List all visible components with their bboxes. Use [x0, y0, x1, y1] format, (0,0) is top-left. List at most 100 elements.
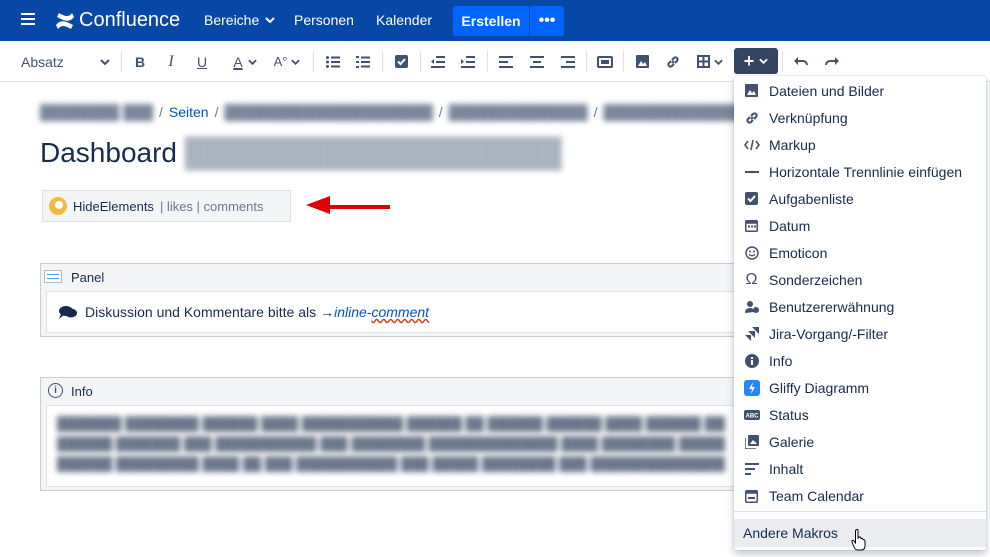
- menu-item-horizontale-trennlinie[interactable]: Horizontale Trennlinie einfügen: [734, 158, 986, 185]
- breadcrumb-separator: /: [593, 104, 598, 120]
- status-icon: ABC: [734, 409, 769, 420]
- menu-item-emoticon[interactable]: Emoticon: [734, 239, 986, 266]
- toolbar-divider: [487, 51, 488, 72]
- confluence-logo[interactable]: Confluence: [55, 9, 180, 32]
- nav-kalender[interactable]: Kalender: [376, 12, 432, 28]
- red-arrow-icon: [306, 196, 390, 214]
- breadcrumb: ████████ ███ / Seiten / ████████████████…: [40, 104, 752, 120]
- menu-item-label: Info: [769, 352, 793, 369]
- align-right-icon[interactable]: [558, 41, 578, 82]
- text-color-icon: A: [233, 53, 243, 70]
- breadcrumb-separator: /: [438, 104, 443, 120]
- bold-icon[interactable]: B: [130, 41, 150, 82]
- panel-body[interactable]: Diskussion und Kommentare bitte als → in…: [46, 291, 736, 333]
- menu-item-gliffy[interactable]: Gliffy Diagramm: [734, 374, 986, 401]
- info-blurred-line: ██████ █████████ ████ ██ ███ ███████████…: [57, 456, 725, 471]
- menu-item-label: Markup: [769, 136, 816, 153]
- text-color-button[interactable]: A: [228, 41, 262, 82]
- menu-item-label: Sonderzeichen: [769, 271, 863, 288]
- info-macro[interactable]: i Info ███████ ████████ ██████ ████ ████…: [40, 377, 740, 491]
- inline-comment-link[interactable]: inline-comment: [334, 304, 429, 320]
- breadcrumb-blurred: ███████████████: [603, 104, 753, 120]
- menu-item-verknuepfung[interactable]: Verknüpfung: [734, 104, 986, 131]
- link-icon[interactable]: [663, 41, 683, 82]
- link-icon: [734, 111, 769, 125]
- hand-cursor-icon: [851, 529, 866, 551]
- menu-item-markup[interactable]: Markup: [734, 131, 986, 158]
- confluence-logo-icon: [56, 12, 74, 29]
- menu-item-status[interactable]: ABC Status: [734, 401, 986, 428]
- menu-item-dateien-und-bilder[interactable]: Dateien und Bilder: [734, 77, 986, 104]
- outdent-icon[interactable]: [428, 41, 448, 82]
- top-navigation: Confluence Bereiche Personen Kalender Er…: [0, 0, 990, 41]
- inline-comment-link-part1: inline-: [334, 304, 372, 320]
- underline-icon[interactable]: U: [192, 41, 212, 82]
- gallery-icon: [734, 434, 769, 449]
- page-title[interactable]: Dashboard ███████████████████: [40, 137, 562, 169]
- nav-personen-label: Personen: [294, 12, 354, 28]
- menu-item-team-calendar[interactable]: Team Calendar: [734, 482, 986, 509]
- bullet-list-icon[interactable]: [322, 41, 344, 82]
- info-body[interactable]: ███████ ████████ ██████ ████ ███████████…: [46, 405, 736, 487]
- align-center-icon[interactable]: [527, 41, 547, 82]
- panel-title: Panel: [71, 269, 105, 285]
- menu-item-inhalt[interactable]: Inhalt: [734, 455, 986, 482]
- menu-item-jira[interactable]: Jira-Vorgang/-Filter: [734, 320, 986, 347]
- indent-icon[interactable]: [458, 41, 478, 82]
- italic-icon[interactable]: I: [161, 41, 181, 82]
- align-left-icon[interactable]: [496, 41, 516, 82]
- table-button[interactable]: [695, 41, 725, 82]
- mention-icon: [734, 300, 769, 314]
- panel-macro[interactable]: Panel Diskussion und Kommentare bitte al…: [40, 263, 740, 337]
- hideelements-macro[interactable]: HideElements | likes | comments: [42, 190, 291, 222]
- inline-comment-link-part2: comment: [371, 304, 430, 320]
- chevron-down-icon: [291, 59, 301, 65]
- menu-item-label: Benutzererwähnung: [769, 298, 895, 315]
- text-format-button[interactable]: A°: [270, 41, 304, 82]
- text-format-icon: A°: [273, 54, 288, 69]
- info-header: i Info: [41, 378, 739, 404]
- breadcrumb-separator: /: [159, 104, 163, 120]
- panel-text: Diskussion und Kommentare bitte als: [85, 304, 317, 320]
- menu-item-info[interactable]: Info: [734, 347, 986, 374]
- menu-item-label: Status: [769, 406, 809, 423]
- team-calendar-icon: [734, 489, 769, 503]
- svg-text:ABC: ABC: [745, 413, 759, 419]
- task-list-icon[interactable]: [391, 41, 411, 82]
- menu-item-label: Horizontale Trennlinie einfügen: [769, 163, 963, 180]
- breadcrumb-separator: /: [214, 104, 219, 120]
- menu-item-label: Team Calendar: [769, 487, 864, 504]
- numbered-list-icon[interactable]: [352, 41, 374, 82]
- insert-more-button[interactable]: +: [734, 48, 778, 74]
- paragraph-style-label: Absatz: [21, 53, 64, 70]
- create-more-button[interactable]: •••: [530, 6, 564, 36]
- info-icon: [734, 353, 769, 368]
- chat-icon: [59, 306, 77, 319]
- menu-item-aufgabenliste[interactable]: Aufgabenliste: [734, 185, 986, 212]
- menu-item-galerie[interactable]: Galerie: [734, 428, 986, 455]
- create-button[interactable]: Erstellen: [453, 6, 529, 36]
- menu-item-sonderzeichen[interactable]: Ω Sonderzeichen: [734, 266, 986, 293]
- menu-item-label: Inhalt: [769, 460, 804, 477]
- panel-icon: [44, 270, 62, 283]
- page-layout-icon[interactable]: [594, 41, 616, 82]
- menu-item-label: Verknüpfung: [769, 109, 848, 126]
- nav-personen[interactable]: Personen: [294, 12, 354, 28]
- hideelements-meta: | likes | comments: [159, 198, 264, 214]
- info-title: Info: [71, 383, 93, 399]
- breadcrumb-seiten[interactable]: Seiten: [169, 104, 209, 120]
- image-icon[interactable]: [632, 41, 652, 82]
- paragraph-style-select[interactable]: Absatz: [21, 41, 111, 82]
- menu-item-datum[interactable]: Datum: [734, 212, 986, 239]
- menu-icon[interactable]: [21, 13, 35, 27]
- menu-item-benutzererwaehnung[interactable]: Benutzererwähnung: [734, 293, 986, 320]
- menu-item-label: Datum: [769, 217, 811, 234]
- info-blurred-line: ███████ ████████ ██████ ████ ███████████…: [57, 416, 725, 431]
- toc-icon: [734, 462, 769, 475]
- omega-icon: Ω: [745, 270, 758, 288]
- toolbar-divider: [623, 51, 624, 72]
- chevron-down-icon: [265, 17, 275, 23]
- plus-icon: +: [743, 50, 755, 71]
- breadcrumb-blurred: ██████████████: [448, 104, 588, 120]
- nav-bereiche[interactable]: Bereiche: [204, 12, 275, 28]
